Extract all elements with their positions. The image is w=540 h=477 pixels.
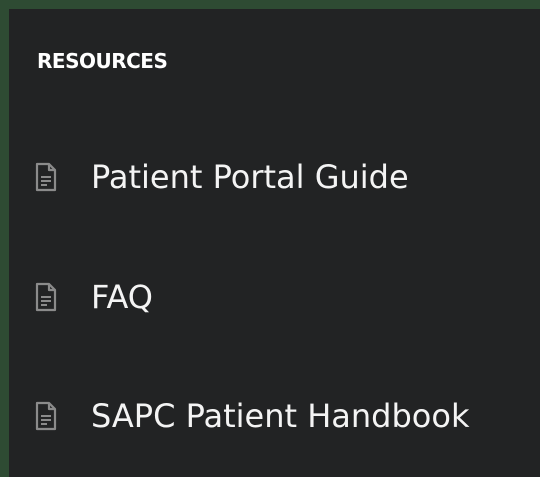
resource-link-sapc-patient-handbook[interactable]: SAPC Patient Handbook: [35, 394, 469, 438]
resource-link-faq[interactable]: FAQ: [35, 275, 153, 319]
resource-link-label: FAQ: [91, 278, 153, 316]
document-icon: [35, 282, 57, 312]
resources-heading: RESOURCES: [37, 49, 168, 73]
document-icon: [35, 401, 57, 431]
resources-panel: RESOURCES Patient Portal Guide FAQ SAPC …: [9, 9, 540, 477]
resource-link-label: SAPC Patient Handbook: [91, 397, 470, 435]
resource-link-label: Patient Portal Guide: [91, 158, 409, 196]
document-icon: [35, 162, 57, 192]
resource-link-patient-portal-guide[interactable]: Patient Portal Guide: [35, 155, 409, 199]
